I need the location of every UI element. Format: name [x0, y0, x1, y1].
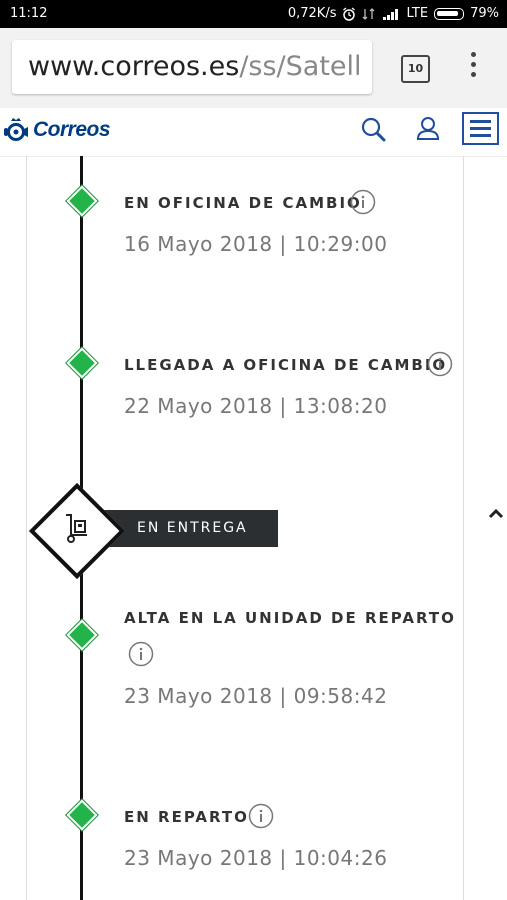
site-header: Correos — [0, 108, 507, 157]
url-path: /ss/Satell — [239, 51, 362, 82]
url-host: www.correos.es — [28, 51, 240, 82]
status-right: 0,72K/s LTE 79% — [288, 6, 499, 21]
event-date: 16 Mayo 2018 | 10:29:00 — [124, 232, 388, 256]
info-icon[interactable] — [427, 351, 453, 377]
network-type: LTE — [406, 6, 429, 21]
search-icon[interactable] — [360, 114, 388, 144]
address-bar[interactable]: www.correos.es/ss/Satell — [12, 40, 372, 94]
user-icon[interactable] — [415, 114, 441, 144]
hand-truck-icon — [66, 514, 87, 543]
correos-logo[interactable]: Correos — [3, 118, 111, 142]
event-status: EN OFICINA DE CAMBIO — [124, 194, 362, 212]
cell-signal-icon — [383, 8, 399, 20]
network-speed: 0,72K/s — [287, 6, 337, 21]
alarm-icon — [343, 6, 356, 21]
event-date: 22 Mayo 2018 | 13:08:20 — [124, 394, 388, 418]
event-date: 23 Mayo 2018 | 09:58:42 — [124, 684, 388, 708]
event-status: EN REPARTO — [124, 808, 249, 826]
battery-icon — [434, 7, 465, 20]
status-bar: 11:12 0,72K/s LTE 79% — [0, 0, 507, 28]
info-icon[interactable] — [248, 803, 274, 829]
event-status: ALTA EN LA UNIDAD DE REPARTO — [124, 609, 456, 627]
battery-percent: 79% — [470, 6, 499, 21]
stage-banner: EN ENTREGA — [104, 510, 278, 547]
brand-name: Correos — [33, 118, 111, 141]
browser-toolbar: www.correos.es/ss/Satell 10 — [0, 28, 507, 109]
hamburger-menu-button[interactable] — [462, 112, 499, 145]
event-date: 23 Mayo 2018 | 10:04:26 — [124, 846, 388, 870]
browser-menu-button[interactable] — [466, 52, 480, 82]
info-icon[interactable] — [350, 189, 376, 215]
post-horn-icon — [4, 118, 28, 141]
signal-icon — [363, 7, 375, 20]
tab-switcher-button[interactable]: 10 — [401, 55, 430, 83]
stage-label: EN ENTREGA — [137, 520, 248, 536]
event-status: LLEGADA A OFICINA DE CAMBIO — [124, 356, 448, 374]
info-icon[interactable] — [128, 641, 154, 667]
chevron-up-icon[interactable] — [487, 507, 505, 519]
status-time: 11:12 — [10, 6, 48, 21]
tracking-timeline: EN OFICINA DE CAMBIO 16 Mayo 2018 | 10:2… — [0, 156, 507, 900]
